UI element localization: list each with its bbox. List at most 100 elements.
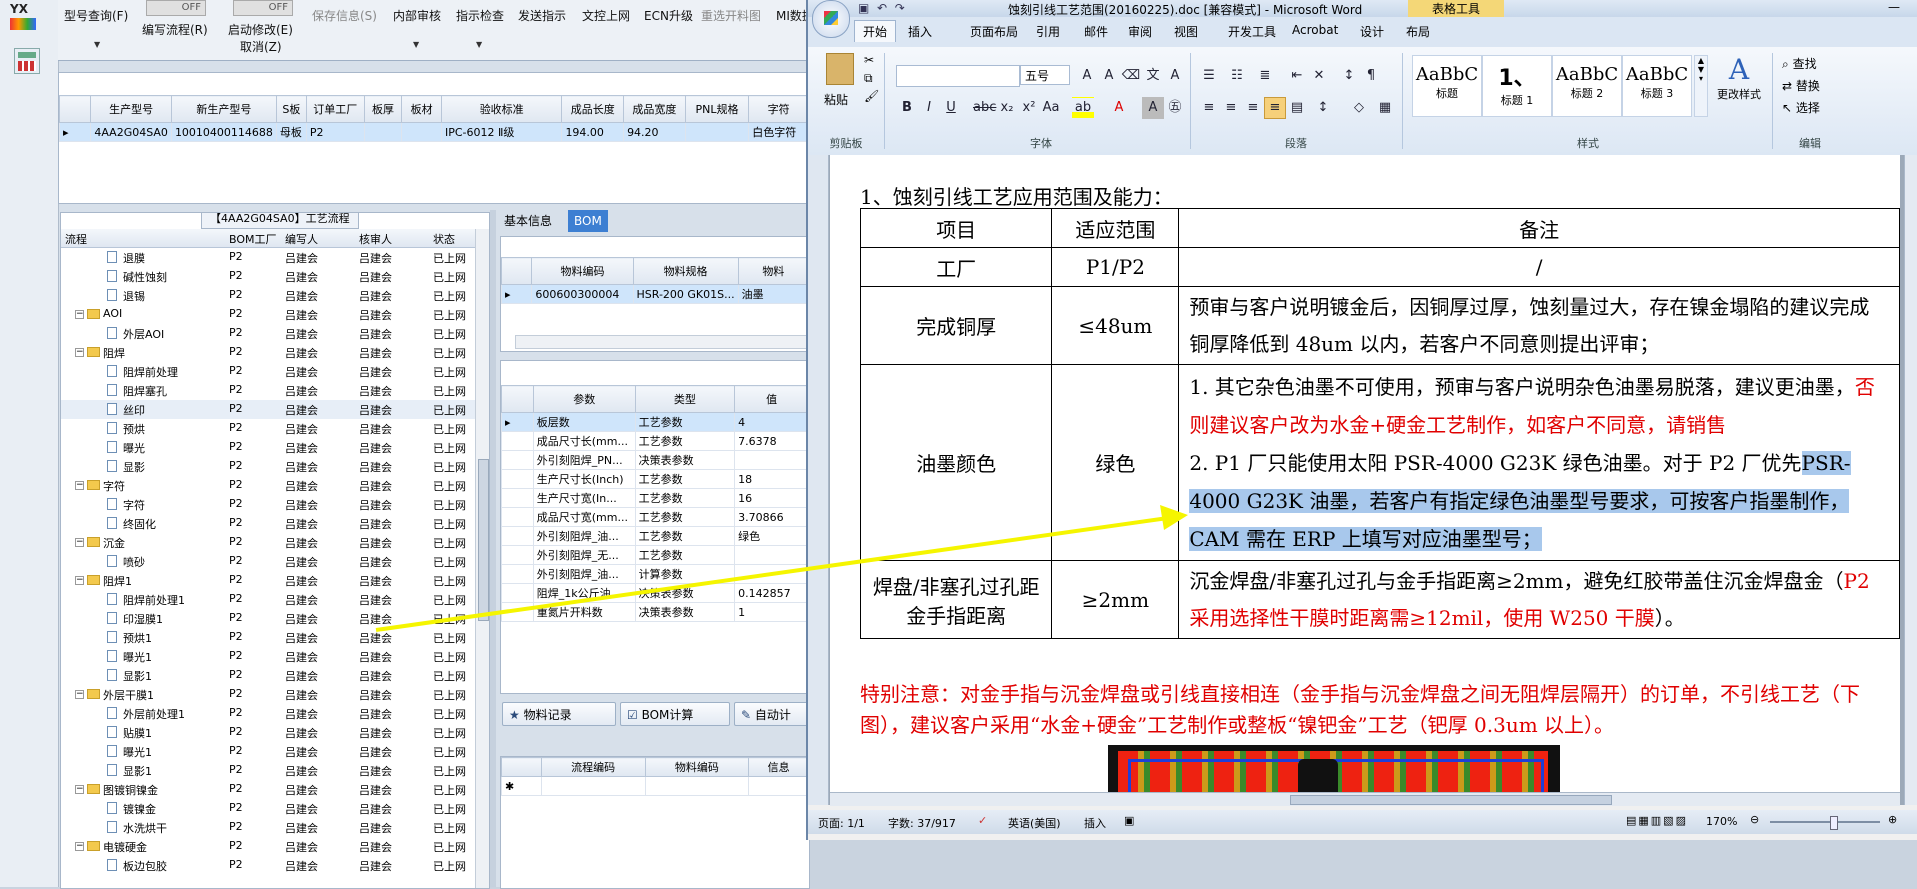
subscript-icon[interactable]: x₂	[996, 97, 1018, 119]
table-row[interactable]: 阻焊_1k公斤油... 决策表参数 0.142857	[501, 583, 809, 603]
tab-basic-info[interactable]: 基本信息	[500, 211, 556, 231]
calculator-icon[interactable]	[14, 48, 40, 74]
align-right-icon[interactable]: ≡	[1242, 97, 1264, 119]
table-row[interactable]: 生产尺寸长(Inch) 工艺参数 18	[501, 469, 809, 489]
change-styles-button[interactable]: A 更改样式	[1712, 53, 1766, 102]
column-header[interactable]: 物料编码	[531, 257, 634, 285]
find-button[interactable]: ⌕ 查找	[1782, 55, 1817, 72]
table-cell[interactable]: 工艺参数	[634, 412, 736, 432]
column-header[interactable]: 流程编码	[540, 757, 646, 777]
doc-table-cell[interactable]: ≤48um	[1051, 286, 1180, 365]
table-cell[interactable]: 白色字符	[748, 122, 809, 142]
doc-table-cell[interactable]: 焊盘/非塞孔过孔距金手指距离	[859, 560, 1053, 639]
column-header[interactable]: 物料规格	[632, 257, 739, 285]
zoom-slider-thumb[interactable]	[1830, 816, 1838, 830]
vertical-scrollbar[interactable]	[475, 229, 489, 888]
doc-table-cell[interactable]: 绿色	[1051, 364, 1180, 561]
table-cell[interactable]: 工艺参数	[634, 545, 736, 565]
redo-icon[interactable]: ↷	[895, 1, 905, 15]
bullets-icon[interactable]: ☰	[1198, 65, 1220, 87]
table-cell[interactable]: 生产尺寸宽(In...	[532, 488, 636, 508]
column-header[interactable]: 新生产型号	[170, 95, 277, 123]
toolbar-start-edit[interactable]: 启动修改(E)	[228, 21, 293, 38]
style-title[interactable]: AaBbC 标题	[1412, 55, 1482, 117]
column-header[interactable]: 状态	[433, 231, 455, 247]
collapse-toggle-icon[interactable]: −	[75, 576, 84, 585]
table-cell[interactable]: 3.70866	[734, 507, 809, 527]
toolbar-send-instruction[interactable]: 发送指示	[518, 7, 566, 24]
table-cell[interactable]	[684, 122, 750, 142]
column-header[interactable]: 物料	[737, 257, 809, 285]
table-row[interactable]: 生产尺寸宽(In... 工艺参数 16	[501, 488, 809, 508]
insert-mode[interactable]: 插入	[1084, 815, 1106, 831]
table-cell[interactable]: 外引刻阻焊_无...	[532, 545, 636, 565]
sort-icon[interactable]: ↕	[1338, 65, 1360, 87]
scrollbar-thumb[interactable]	[478, 459, 489, 621]
toolbar-ecn-upgrade[interactable]: ECN升级	[644, 7, 693, 24]
table-cell[interactable]: 成品尺寸宽(mm...	[532, 507, 636, 527]
column-header[interactable]: 值	[734, 385, 809, 413]
styles-scroll[interactable]: ▲ ▼ ▾	[1694, 55, 1708, 117]
doc-table-header-cell[interactable]: 备注	[1178, 208, 1900, 248]
scrollbar-thumb[interactable]	[1290, 795, 1612, 805]
highlight-icon[interactable]: ab	[1072, 97, 1094, 119]
column-header[interactable]: 字符	[748, 95, 809, 123]
tree-row[interactable]: − 外层干膜1 P2 吕建会 吕建会 已上网	[61, 685, 489, 704]
shrink-font-icon[interactable]: A	[1098, 65, 1120, 87]
doc-table-cell[interactable]: P1/P2	[1051, 247, 1180, 287]
ribbon-tab[interactable]: 设计	[1360, 23, 1384, 40]
tree-row[interactable]: 碱性蚀刻 P2 吕建会 吕建会 已上网	[61, 267, 489, 286]
style-heading-3[interactable]: AaBbC 标题 3	[1622, 55, 1692, 117]
column-header[interactable]: 信息	[748, 757, 809, 777]
multilevel-list-icon[interactable]: ≣	[1254, 65, 1276, 87]
table-cell[interactable]: 16	[734, 488, 809, 508]
chevron-down-icon[interactable]: ▼	[476, 40, 482, 49]
view-buttons[interactable]: ▤▦▥▧▨	[1626, 814, 1688, 827]
collapse-toggle-icon[interactable]: −	[75, 348, 84, 357]
table-cell[interactable]: 生产尺寸长(Inch)	[532, 469, 636, 489]
zoom-out-icon[interactable]: ⊖	[1750, 813, 1759, 826]
tree-row[interactable]: 外层前处理1 P2 吕建会 吕建会 已上网	[61, 704, 489, 723]
tree-row[interactable]: 显影 P2 吕建会 吕建会 已上网	[61, 457, 489, 476]
material-record-button[interactable]: ★ 物料记录	[502, 702, 616, 726]
cut-icon[interactable]: ✂	[864, 53, 874, 67]
italic-icon[interactable]: I	[918, 97, 940, 119]
tree-row[interactable]: 贴膜1 P2 吕建会 吕建会 已上网	[61, 723, 489, 742]
language-indicator[interactable]: 英语(美国)	[1008, 815, 1061, 831]
table-cell[interactable]	[748, 776, 809, 796]
ribbon-tab[interactable]: 审阅	[1128, 23, 1152, 40]
column-header[interactable]: 成品宽度	[623, 95, 686, 123]
table-cell[interactable]: 决策表参数	[634, 602, 736, 622]
table-cell[interactable]: 决策表参数	[634, 583, 736, 603]
table-row[interactable]: ▸ 4AA2G04SA0 10010400114688 母板 P2 IPC-60…	[58, 122, 809, 142]
ribbon-tab[interactable]: 视图	[1174, 23, 1198, 40]
doc-table-cell[interactable]: 完成铜厚	[859, 286, 1053, 365]
table-cell[interactable]	[734, 450, 809, 470]
table-row[interactable]: 外引刻阻焊_PN... 决策表参数	[501, 450, 809, 470]
justify-icon[interactable]: ≡	[1264, 97, 1286, 119]
tree-row[interactable]: 阻焊塞孔 P2 吕建会 吕建会 已上网	[61, 381, 489, 400]
toolbar-internal-review[interactable]: 内部审核	[393, 7, 441, 24]
align-left-icon[interactable]: ≡	[1198, 97, 1220, 119]
table-cell[interactable]: 7.6378	[734, 431, 809, 451]
copy-icon[interactable]: ⧉	[864, 71, 873, 86]
doc-table-cell[interactable]: ≥2mm	[1051, 560, 1180, 639]
table-cell[interactable]	[734, 545, 809, 565]
tree-row[interactable]: 预烘1 P2 吕建会 吕建会 已上网	[61, 628, 489, 647]
superscript-icon[interactable]: x²	[1018, 97, 1040, 119]
table-cell[interactable]: 工艺参数	[634, 526, 736, 546]
tree-row[interactable]: 显影1 P2 吕建会 吕建会 已上网	[61, 666, 489, 685]
zoom-slider[interactable]	[1770, 816, 1880, 830]
table-cell[interactable]: 0.142857	[734, 583, 809, 603]
table-cell[interactable]: 计算参数	[634, 564, 736, 584]
horizontal-scrollbar[interactable]	[515, 335, 807, 349]
tree-row[interactable]: 水洗烘干 P2 吕建会 吕建会 已上网	[61, 818, 489, 837]
show-marks-icon[interactable]: ¶	[1360, 65, 1382, 87]
column-header[interactable]: 类型	[634, 385, 736, 413]
table-cell[interactable]: 工艺参数	[634, 507, 736, 527]
char-shading-icon[interactable]: A	[1142, 97, 1164, 119]
tree-row[interactable]: − 阻焊 P2 吕建会 吕建会 已上网	[61, 343, 489, 362]
table-cell[interactable]: 油墨	[737, 284, 809, 304]
tree-row[interactable]: 预烘 P2 吕建会 吕建会 已上网	[61, 419, 489, 438]
tree-row[interactable]: − 字符 P2 吕建会 吕建会 已上网	[61, 476, 489, 495]
